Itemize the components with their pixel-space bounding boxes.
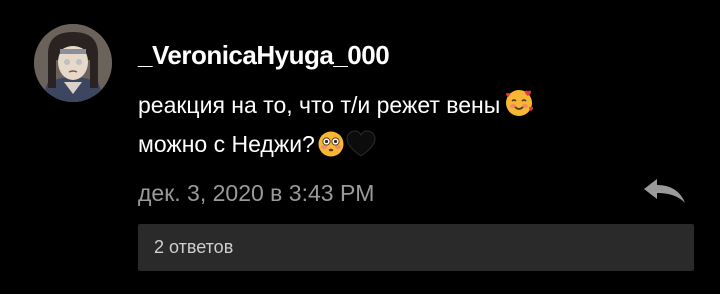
reply-button[interactable] bbox=[640, 177, 688, 207]
comment: _VeronicaHyuga_000 реакция на то, что т/… bbox=[0, 0, 720, 294]
timestamp: дек. 3, 2020 в 3:43 PM bbox=[138, 180, 375, 206]
replies-count-label: 2 ответов bbox=[154, 237, 234, 257]
avatar-image bbox=[34, 24, 112, 102]
flushed-face-icon bbox=[317, 130, 345, 158]
comment-text-line-2-text: можно с Неджи? bbox=[138, 131, 315, 157]
black-heart-icon bbox=[345, 130, 377, 158]
reply-icon bbox=[644, 179, 685, 203]
comment-text: реакция на то, что т/и режет вены можно … bbox=[138, 86, 678, 164]
username[interactable]: _VeronicaHyuga_000 bbox=[138, 40, 390, 71]
avatar[interactable] bbox=[34, 24, 112, 102]
comment-text-line-1: реакция на то, что т/и режет вены bbox=[138, 86, 678, 125]
comment-text-line-2: можно с Неджи? bbox=[138, 125, 678, 164]
replies-button[interactable]: 2 ответов bbox=[138, 224, 694, 271]
comment-text-line-1-text: реакция на то, что т/и режет вены bbox=[138, 92, 501, 118]
smiling-face-with-hearts-icon bbox=[504, 88, 534, 118]
